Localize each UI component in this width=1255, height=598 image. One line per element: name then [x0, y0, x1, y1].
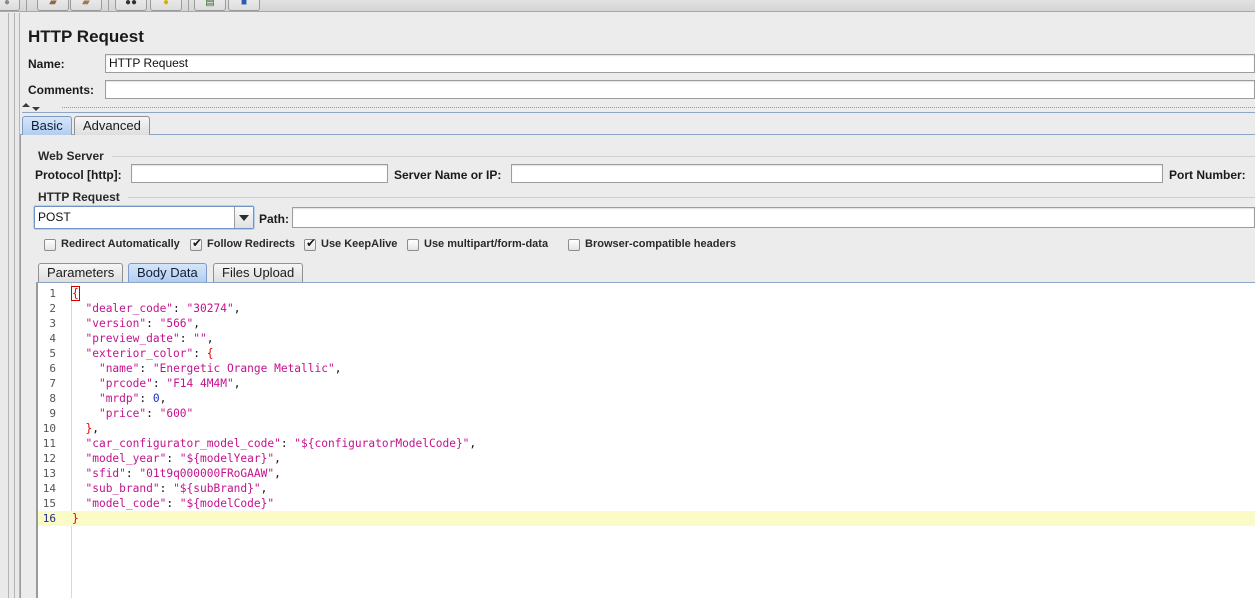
dropdown-button[interactable]: [234, 207, 253, 228]
editor-line[interactable]: 13 "sfid": "01t9q000000FRoGAAW",: [38, 466, 1255, 481]
code-text[interactable]: {: [71, 286, 80, 301]
open-icon[interactable]: ▰: [37, 0, 69, 11]
page-title: HTTP Request: [28, 27, 144, 46]
checkmark-icon: ✔: [192, 236, 203, 250]
line-number: 6: [49, 362, 56, 375]
editor-line[interactable]: 5 "exterior_color": {: [38, 346, 1255, 361]
path-label: Path:: [259, 212, 289, 226]
code-text[interactable]: "exterior_color": {: [72, 346, 213, 361]
stop-icon[interactable]: ●: [0, 0, 20, 11]
path-field[interactable]: [292, 207, 1255, 228]
tree-splitter[interactable]: [0, 13, 20, 598]
tab-parameters[interactable]: Parameters: [38, 263, 124, 282]
code-text[interactable]: "dealer_code": "30274",: [72, 301, 240, 316]
protocol-label: Protocol [http]:: [35, 168, 122, 182]
code-text[interactable]: "preview_date": "",: [72, 331, 213, 346]
editor-line[interactable]: 6 "name": "Energetic Orange Metallic",: [38, 361, 1255, 376]
code-text[interactable]: "sfid": "01t9q000000FRoGAAW",: [72, 466, 280, 481]
chevron-down-icon: [239, 215, 249, 221]
line-number: 13: [42, 467, 56, 480]
line-number: 8: [49, 392, 56, 405]
comments-field[interactable]: [105, 80, 1255, 99]
editor-line[interactable]: 16}: [38, 511, 1255, 526]
editor-line[interactable]: 10 },: [38, 421, 1255, 436]
checkbox-box[interactable]: [568, 239, 580, 251]
method-value: POST: [38, 210, 71, 224]
binoculars-icon[interactable]: ●●: [115, 0, 147, 11]
line-number: 16: [42, 512, 56, 525]
tab-body-data[interactable]: Body Data: [128, 263, 207, 282]
editor-line[interactable]: 2 "dealer_code": "30274",: [38, 301, 1255, 316]
web-server-group-title: Web Server: [38, 149, 104, 163]
code-text[interactable]: "version": "566",: [72, 316, 200, 331]
editor-line[interactable]: 12 "model_year": "${modelYear}",: [38, 451, 1255, 466]
code-text[interactable]: "price": "600": [72, 406, 193, 421]
name-field[interactable]: HTTP Request: [105, 54, 1255, 73]
method-dropdown[interactable]: POST: [34, 206, 254, 229]
line-number: 1: [49, 287, 56, 300]
help-icon[interactable]: ■: [228, 0, 260, 11]
checkbox-label: Browser-compatible headers: [585, 238, 736, 250]
editor-line[interactable]: 15 "model_code": "${modelCode}": [38, 496, 1255, 511]
tab-files-upload[interactable]: Files Upload: [213, 263, 304, 282]
checkmark-icon: ✔: [306, 236, 317, 250]
collapse-down-icon[interactable]: [32, 107, 40, 111]
editor-line[interactable]: 11 "car_configurator_model_code": "${con…: [38, 436, 1255, 451]
collapse-up-icon[interactable]: [22, 103, 30, 107]
http-request-group-title: HTTP Request: [38, 190, 120, 204]
lightbulb-icon[interactable]: ●: [150, 0, 182, 11]
line-number: 5: [49, 347, 56, 360]
line-number: 14: [42, 482, 56, 495]
editor-line[interactable]: 9 "price": "600": [38, 406, 1255, 421]
checkbox-label: Use multipart/form-data: [424, 238, 549, 250]
line-number: 10: [42, 422, 56, 435]
line-number: 7: [49, 377, 56, 390]
line-number: 9: [49, 407, 56, 420]
checkbox-label: Use KeepAlive: [321, 238, 398, 250]
code-text[interactable]: "mrdp": 0,: [72, 391, 166, 406]
protocol-field[interactable]: [131, 164, 388, 183]
checkbox-label: Redirect Automatically: [61, 238, 180, 250]
code-text[interactable]: "model_code": "${modelCode}": [72, 496, 274, 511]
line-number: 3: [49, 317, 56, 330]
line-number: 2: [49, 302, 56, 315]
toolbar: ● ▰ ▰ ●● ● ▤ ■: [0, 0, 1255, 12]
code-text[interactable]: "prcode": "F14 4M4M",: [72, 376, 240, 391]
save-icon[interactable]: ▰: [70, 0, 102, 11]
server-field[interactable]: [511, 164, 1163, 183]
checkbox-box[interactable]: [407, 239, 419, 251]
code-text[interactable]: }: [72, 511, 79, 526]
code-text[interactable]: "name": "Energetic Orange Metallic",: [72, 361, 342, 376]
line-number: 4: [49, 332, 56, 345]
port-label: Port Number:: [1169, 168, 1246, 182]
function-helper-icon[interactable]: ▤: [194, 0, 226, 11]
code-text[interactable]: },: [72, 421, 99, 436]
editor-line[interactable]: 14 "sub_brand": "${subBrand}",: [38, 481, 1255, 496]
name-label: Name:: [28, 57, 65, 71]
server-label: Server Name or IP:: [394, 168, 502, 182]
body-data-editor[interactable]: 1{2 "dealer_code": "30274", 3 "version": …: [37, 283, 1255, 598]
tab-advanced[interactable]: Advanced: [74, 116, 150, 135]
editor-line[interactable]: 4 "preview_date": "",: [38, 331, 1255, 346]
checkbox-box[interactable]: ✔: [304, 236, 317, 251]
code-text[interactable]: "car_configurator_model_code": "${config…: [72, 436, 476, 451]
checkbox-label: Follow Redirects: [207, 238, 296, 250]
checkbox-box[interactable]: [44, 239, 56, 251]
editor-line[interactable]: 3 "version": "566",: [38, 316, 1255, 331]
line-number: 11: [42, 437, 56, 450]
editor-line[interactable]: 8 "mrdp": 0,: [38, 391, 1255, 406]
tab-basic[interactable]: Basic: [22, 116, 72, 135]
comments-label: Comments:: [28, 83, 95, 97]
checkbox-box[interactable]: ✔: [190, 236, 203, 251]
editor-line[interactable]: 7 "prcode": "F14 4M4M",: [38, 376, 1255, 391]
code-text[interactable]: "sub_brand": "${subBrand}",: [72, 481, 267, 496]
line-number: 15: [42, 497, 56, 510]
code-text[interactable]: "model_year": "${modelYear}",: [72, 451, 280, 466]
editor-line[interactable]: 1{: [38, 286, 1255, 301]
line-number: 12: [42, 452, 56, 465]
